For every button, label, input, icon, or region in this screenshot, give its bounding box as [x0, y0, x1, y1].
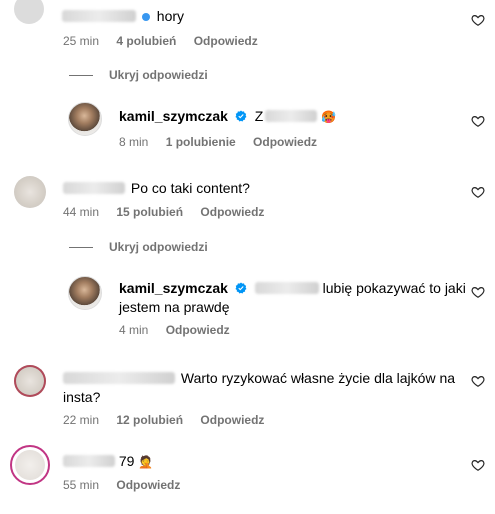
likes-count[interactable]: 12 polubień [116, 413, 183, 427]
avatar[interactable] [68, 276, 102, 310]
heart-outline-icon[interactable] [471, 285, 485, 299]
likes-count[interactable]: 1 polubienie [166, 135, 236, 149]
heart-outline-icon[interactable] [471, 185, 485, 199]
comment-meta: 22 min 12 polubień Odpowiedz [63, 413, 278, 427]
username-blurred[interactable] [63, 182, 125, 194]
username-suffix[interactable]: 79 [119, 453, 135, 469]
avatar[interactable] [14, 0, 44, 24]
divider-dash [69, 75, 93, 77]
reply-button[interactable]: Odpowiedz [253, 135, 317, 149]
comment-meta: 44 min 15 polubień Odpowiedz [63, 205, 278, 219]
heart-outline-icon[interactable] [471, 13, 485, 27]
avatar[interactable] [14, 176, 46, 208]
comment-text: 79 🤦 [63, 452, 153, 472]
comment-text: Po co taki content? [63, 179, 250, 198]
username[interactable]: kamil_szymczak [119, 280, 228, 296]
reply-button[interactable]: Odpowiedz [200, 205, 264, 219]
reply-button[interactable]: Odpowiedz [200, 413, 264, 427]
comment-meta: 25 min 4 polubień Odpowiedz [63, 34, 272, 48]
reply-time: 8 min [119, 135, 149, 149]
reply-button[interactable]: Odpowiedz [166, 323, 230, 337]
hide-replies-label: Ukryj odpowiedzi [109, 68, 208, 82]
verified-badge-icon [235, 110, 247, 122]
username-blurred[interactable] [62, 8, 136, 24]
reply-button[interactable]: Odpowiedz [116, 478, 180, 492]
reply-text: kamil_szymczak lubię pokazywać to jaki j… [119, 280, 466, 315]
heart-outline-icon[interactable] [471, 374, 485, 388]
comment-text: hory [62, 7, 184, 26]
avatar[interactable] [68, 102, 102, 136]
comment-meta: 55 min Odpowiedz [63, 478, 194, 492]
comment-time: 25 min [63, 34, 100, 48]
comment-time: 55 min [63, 478, 100, 492]
person-emoji-icon: 🤦 [138, 455, 154, 469]
heart-outline-icon[interactable] [471, 114, 485, 128]
reply-button[interactable]: Odpowiedz [194, 34, 258, 48]
hide-replies-label: Ukryj odpowiedzi [109, 240, 208, 254]
reply-text: kamil_szymczak Z 🥵 [119, 107, 336, 127]
hide-replies-button[interactable]: Ukryj odpowiedzi [69, 68, 208, 82]
username-blurred[interactable] [63, 372, 175, 384]
comment-time: 44 min [63, 205, 100, 219]
reply-meta: 4 min Odpowiedz [119, 323, 244, 337]
divider-dash [69, 247, 93, 249]
face-emoji-icon: 🥵 [321, 110, 337, 124]
reply-time: 4 min [119, 323, 149, 337]
comment-time: 22 min [63, 413, 100, 427]
comment-text: Warto ryzykować własne życie dla lajków … [63, 370, 456, 405]
heart-outline-icon[interactable] [471, 458, 485, 472]
reply-meta: 8 min 1 polubienie Odpowiedz [119, 135, 331, 149]
likes-count[interactable]: 4 polubień [116, 34, 176, 48]
username[interactable]: kamil_szymczak [119, 108, 228, 124]
avatar[interactable] [14, 365, 46, 397]
username-blurred[interactable] [63, 455, 115, 467]
likes-count[interactable]: 15 polubień [116, 205, 183, 219]
verified-badge-icon [235, 282, 247, 294]
hide-replies-button[interactable]: Ukryj odpowiedzi [69, 240, 208, 254]
verified-badge-icon [141, 13, 150, 21]
avatar[interactable] [10, 445, 50, 485]
